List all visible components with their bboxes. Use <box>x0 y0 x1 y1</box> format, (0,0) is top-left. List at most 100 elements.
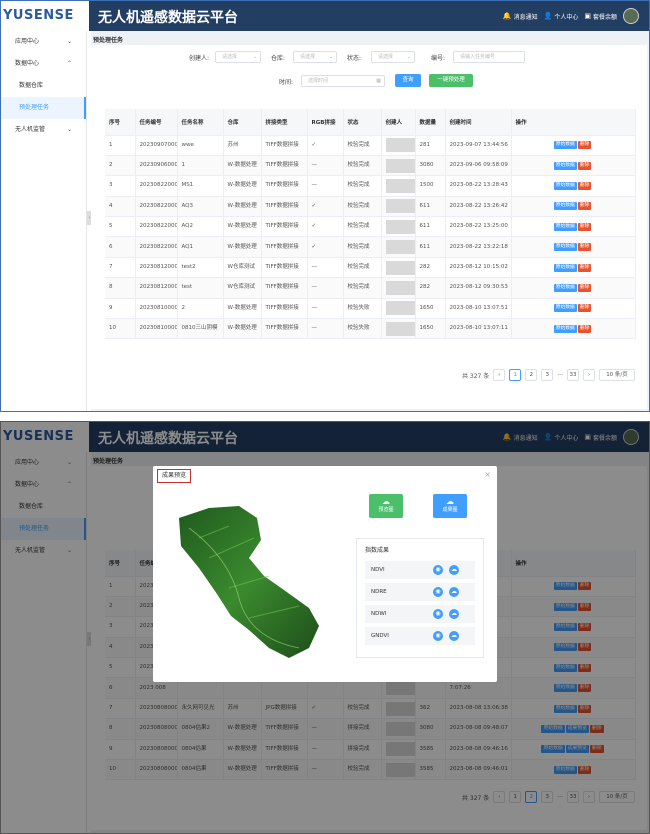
sidebar-item-pretask[interactable]: 预处理任务 <box>1 97 86 119</box>
cell-wh: 苏州 <box>223 135 262 156</box>
task-id-input[interactable]: 请输入任务编号 <box>453 51 525 63</box>
cell-id: 202308220002 <box>135 216 178 238</box>
cell-wh: W-数据处理 <box>223 155 262 177</box>
avatar[interactable] <box>623 8 639 24</box>
cell-time: 2023-09-07 13:44:56 <box>445 135 512 156</box>
query-button[interactable]: 查询 <box>395 74 421 87</box>
brand-logo: YUSENSE <box>1 1 89 31</box>
raw-data-button[interactable]: 原始数据 <box>553 222 577 231</box>
raw-data-button[interactable]: 原始数据 <box>553 141 577 150</box>
cloud-download-icon[interactable]: ☁ <box>449 609 459 619</box>
cell-type: TIFF数据拼接 <box>261 277 308 299</box>
cell-time: 2023-08-10 13:07:51 <box>445 298 512 320</box>
cell-id: 202308220003 <box>135 196 178 218</box>
cloud-download-icon[interactable]: ☁ <box>449 587 459 597</box>
page-size-select[interactable]: 10 条/页 <box>599 369 635 381</box>
cell-creator <box>381 236 416 258</box>
delete-button[interactable]: 删除 <box>577 222 592 231</box>
page-3[interactable]: 3 <box>541 369 554 381</box>
cell-no: 4 <box>105 196 136 218</box>
screenshot-result-preview: YUSENSE 无人机遥感数据云平台 🔔 消息通知 👤 个人中心 ▣ 套餐余额 应用中… <box>0 421 650 834</box>
cell-type: TIFF数据拼接 <box>261 236 308 258</box>
sidebar-item-warehouse[interactable]: 数据仓库 <box>1 75 86 97</box>
sidebar-item-data-center[interactable]: 数据中心 ⌃ <box>1 53 86 75</box>
cell-no: 9 <box>105 298 136 320</box>
time-picker[interactable]: 选择时间 ▦ <box>301 75 385 87</box>
cell-name: MS1 <box>177 175 224 197</box>
creator-redacted <box>385 280 414 295</box>
delete-button[interactable]: 删除 <box>577 161 592 170</box>
sidebar: 应用中心 ⌄ 数据中心 ⌃ 数据仓库 预处理任务 无人机监管 ⌄ <box>1 31 87 411</box>
eye-icon[interactable]: ◉ <box>433 609 443 619</box>
delete-button[interactable]: 删除 <box>577 304 592 313</box>
cell-count: 282 <box>415 277 446 299</box>
cell-actions: 原始数据 删除 <box>511 318 636 340</box>
cell-wh: W仓库测试 <box>223 257 262 279</box>
creator-redacted <box>385 199 414 214</box>
eye-icon[interactable]: ◉ <box>433 565 443 575</box>
page-33[interactable]: 33 <box>567 369 579 381</box>
sidebar-item-uav-monitor[interactable]: 无人机监管 ⌄ <box>1 119 86 141</box>
raw-data-button[interactable]: 原始数据 <box>553 304 577 313</box>
next-page-button[interactable]: › <box>583 369 595 381</box>
cell-status: 校验完成 <box>343 216 382 238</box>
status-select[interactable]: 请选择 ⌄ <box>371 51 415 63</box>
delete-button[interactable]: 删除 <box>577 263 592 272</box>
cell-count: 611 <box>415 196 446 218</box>
cloud-download-icon[interactable]: ☁ <box>449 631 459 641</box>
eye-icon[interactable]: ◉ <box>433 587 443 597</box>
cloud-download-icon[interactable]: ☁ <box>449 565 459 575</box>
column-header: 任务编号 <box>135 109 178 136</box>
sidebar-item-app-center[interactable]: 应用中心 ⌄ <box>1 31 86 53</box>
cell-wh: W-数据处理 <box>223 298 262 320</box>
cell-no: 7 <box>105 257 136 279</box>
delete-button[interactable]: 删除 <box>577 324 592 333</box>
delete-button[interactable]: 删除 <box>577 141 592 150</box>
column-header: RGB拼接 <box>307 109 344 136</box>
cell-status: 校验完成 <box>343 257 382 279</box>
notify-link[interactable]: 🔔 消息通知 <box>503 12 538 21</box>
cell-rgb: — <box>307 175 344 197</box>
cell-count: 3080 <box>415 155 446 177</box>
raw-data-button[interactable]: 原始数据 <box>553 263 577 272</box>
modal-overlay[interactable]: 成果预览 × ☁ 预览图 ☁ 成果图 指数成果 NDVI ◉ ☁ NDRE ◉ ☁ NDWI… <box>1 422 649 833</box>
account-balance-link[interactable]: ▣ 套餐余额 <box>584 12 617 21</box>
preview-image-button[interactable]: ☁ 预览图 <box>369 494 403 518</box>
task-table: 序号任务编号任务名称仓库拼接类型RGB拼接状态创建人数据量创建时间操作 1202… <box>105 109 636 340</box>
table-row: 5202308220002AQ2W-数据处理TIFF数据拼接✓校验完成 61120… <box>105 216 636 238</box>
raw-data-button[interactable]: 原始数据 <box>553 283 577 292</box>
cell-rgb: ✓ <box>307 135 344 156</box>
raw-data-button[interactable]: 原始数据 <box>553 243 577 252</box>
raw-data-button[interactable]: 原始数据 <box>553 202 577 211</box>
cloud-download-icon: ☁ <box>382 497 390 506</box>
cell-status: 校验完成 <box>343 196 382 218</box>
raw-data-button[interactable]: 原始数据 <box>553 324 577 333</box>
delete-button[interactable]: 删除 <box>577 181 592 190</box>
eye-icon[interactable]: ◉ <box>433 631 443 641</box>
cell-rgb: ✓ <box>307 196 344 218</box>
warehouse-select[interactable]: 请选择 ⌄ <box>293 51 337 63</box>
prev-page-button[interactable]: ‹ <box>493 369 506 381</box>
chevron-down-icon: ⌄ <box>328 54 333 60</box>
column-header: 数据量 <box>415 109 446 136</box>
delete-button[interactable]: 删除 <box>577 283 592 292</box>
creator-redacted <box>385 219 414 234</box>
raw-data-button[interactable]: 原始数据 <box>553 181 577 190</box>
cell-type: TIFF数据拼接 <box>261 135 308 156</box>
delete-button[interactable]: 删除 <box>577 202 592 211</box>
cell-time: 2023-08-12 10:15:02 <box>445 257 512 279</box>
cell-count: 611 <box>415 216 446 238</box>
one-click-preprocess-button[interactable]: 一键预处理 <box>429 74 473 87</box>
page-1[interactable]: 1 <box>509 369 522 381</box>
close-icon[interactable]: × <box>484 470 491 479</box>
cell-actions: 原始数据 删除 <box>511 236 636 258</box>
page-2[interactable]: 2 <box>525 369 538 381</box>
result-image-button[interactable]: ☁ 成果图 <box>433 494 467 518</box>
personal-center-link[interactable]: 👤 个人中心 <box>544 12 579 21</box>
raw-data-button[interactable]: 原始数据 <box>553 161 577 170</box>
cell-count: 282 <box>415 257 446 279</box>
creator-select[interactable]: 请选择 ⌄ <box>215 51 261 63</box>
delete-button[interactable]: 删除 <box>577 243 592 252</box>
cell-count: 611 <box>415 236 446 258</box>
id-label: 编号: <box>431 55 446 62</box>
